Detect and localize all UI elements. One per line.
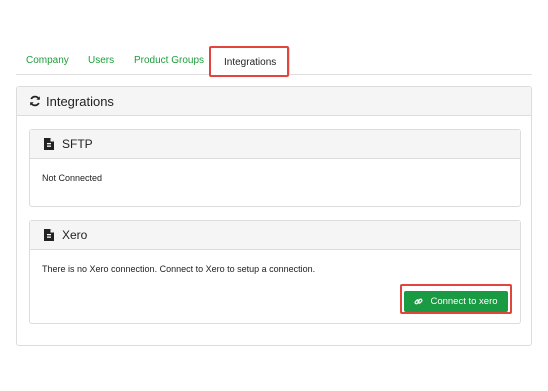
xero-title: Xero bbox=[62, 228, 88, 242]
tab-company[interactable]: Company bbox=[26, 55, 69, 66]
integrations-panel: Integrations SFTP Not Connected Xero The… bbox=[16, 86, 532, 346]
panel-title: Integrations bbox=[46, 93, 114, 109]
connect-to-xero-button[interactable]: Connect to xero bbox=[404, 291, 508, 312]
sftp-panel: SFTP Not Connected bbox=[29, 129, 521, 207]
sftp-body: Not Connected bbox=[30, 159, 520, 197]
refresh-icon bbox=[30, 95, 40, 107]
xero-panel: Xero There is no Xero connection. Connec… bbox=[29, 220, 521, 324]
link-icon bbox=[414, 298, 423, 305]
file-icon bbox=[44, 138, 54, 150]
tab-integrations[interactable]: Integrations bbox=[210, 46, 291, 76]
xero-body: There is no Xero connection. Connect to … bbox=[30, 250, 520, 288]
xero-header: Xero bbox=[30, 221, 520, 250]
panel-header: Integrations bbox=[17, 87, 531, 116]
sftp-status: Not Connected bbox=[42, 173, 103, 183]
connect-button-label: Connect to xero bbox=[430, 296, 498, 307]
file-icon bbox=[44, 229, 54, 241]
tab-product-groups[interactable]: Product Groups bbox=[134, 55, 204, 66]
tab-users[interactable]: Users bbox=[88, 55, 114, 66]
sftp-title: SFTP bbox=[62, 137, 93, 151]
tab-bar: Company Users Product Groups Integration… bbox=[16, 46, 532, 76]
sftp-header: SFTP bbox=[30, 130, 520, 159]
xero-message: There is no Xero connection. Connect to … bbox=[42, 264, 316, 274]
